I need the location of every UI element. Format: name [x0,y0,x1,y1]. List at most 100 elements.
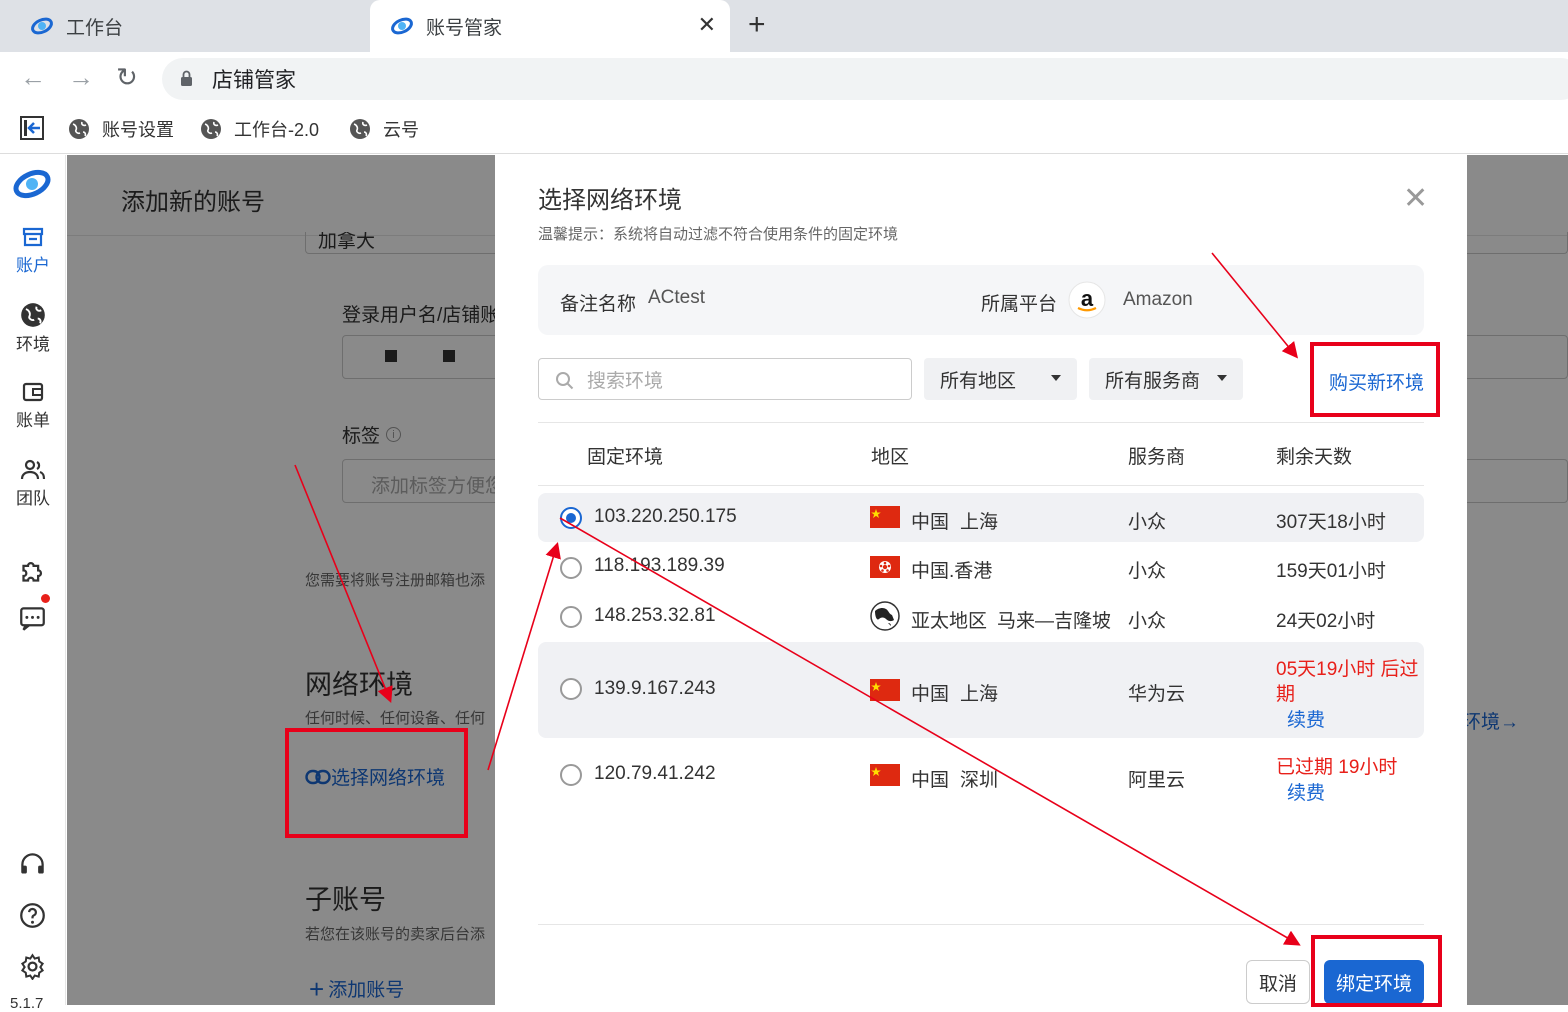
remark-value: ACtest [648,287,706,308]
provider-cell: 小众 [1128,512,1167,533]
divider [538,422,1424,423]
search-placeholder: 搜索环境 [587,370,664,392]
sidebar-toggle-icon[interactable] [20,116,44,140]
bookmark-label: 账号设置 [102,120,174,140]
sidebar-item-team[interactable]: 团队 [0,458,66,509]
sidebar-item-environment[interactable]: 环境 [0,302,66,355]
renew-link[interactable]: 续费 [1287,778,1325,805]
table-row[interactable]: 103.220.250.175 中国 上海 小众 307天18小时 [538,493,1424,542]
ip-cell: 120.79.41.242 [594,763,716,784]
column-header-remaining: 剩余天数 [1276,447,1353,468]
close-tab-icon[interactable]: ✕ [698,12,716,38]
radio-unselected[interactable] [560,606,582,628]
headset-icon[interactable] [19,851,46,878]
radio-unselected[interactable] [560,764,582,786]
modal-title: 选择网络环境 [538,187,682,214]
platform-label: 所属平台 [981,294,1058,315]
app-logo-icon [31,17,53,35]
table-row[interactable]: 120.79.41.242 中国 深圳 阿里云 已过期 19小时 续费 [538,738,1424,818]
radio-unselected[interactable] [560,678,582,700]
table-row[interactable]: 139.9.167.243 中国 上海 华为云 05天19小时 后过 期 续费 [538,642,1424,738]
ip-cell: 139.9.167.243 [594,678,716,699]
region-cell: 中国 [911,512,950,533]
sidebar-item-label: 账户 [16,256,50,275]
expiry-warning: 05天19小时 后过 [1276,659,1419,680]
bookmark-cloud[interactable]: 云号 [349,116,419,142]
buy-new-environment-link[interactable]: 购买新环境 [1329,368,1424,395]
network-environment-modal: 选择网络环境 ✕ 温馨提示：系统将自动过滤不符合使用条件的固定环境 备注名称 A… [495,155,1467,1005]
sidebar-item-label: 环境 [16,335,50,354]
column-header-ip: 固定环境 [587,447,664,468]
side-nav: 账户 环境 账单 团队 5.1.7 [0,155,66,1012]
gear-icon[interactable] [19,953,46,980]
expired-label: 已过期 19小时 [1276,757,1398,778]
cancel-button[interactable]: 取消 [1246,960,1310,1004]
china-flag-icon [870,506,900,528]
provider-cell: 小众 [1128,611,1167,632]
divider [538,485,1424,486]
provider-cell: 小众 [1128,561,1167,582]
sidebar-item-account[interactable]: 账户 [0,225,66,276]
amazon-logo-icon: a [1068,281,1106,319]
china-flag-icon [870,764,900,786]
chevron-down-icon [1217,375,1227,381]
svg-text:a: a [1081,286,1094,311]
browser-tab-bar: 工作台 账号管家 ✕ + [0,0,1568,52]
table-row[interactable]: 118.193.189.39 中国.香港 小众 159天01小时 [538,542,1424,592]
address-text: 店铺管家 [212,69,296,92]
sidebar-item-bill[interactable]: 账单 [0,380,66,431]
provider-cell: 阿里云 [1128,770,1186,791]
message-icon[interactable] [19,605,46,632]
region-cell: 中国 [911,770,950,791]
remaining-cell: 307天18小时 [1276,512,1386,533]
url-bar: ← → ↻ 店铺管家 [0,52,1568,104]
back-icon[interactable]: ← [20,62,46,93]
wallet-icon [22,382,44,402]
column-header-provider: 服务商 [1128,447,1186,468]
expiry-warning-cont: 期 [1276,684,1296,705]
china-flag-icon [870,679,900,701]
table-row[interactable]: 148.253.32.81 亚太地区 马来—吉隆坡 小众 24天02小时 [538,592,1424,642]
city-cell: 马来—吉隆坡 [997,611,1112,632]
reload-icon[interactable]: ↻ [116,62,138,93]
bookmarks-bar: 账号设置 工作台-2.0 云号 [0,104,1568,154]
radio-selected[interactable] [560,507,582,529]
bookmark-label: 云号 [383,120,419,140]
asia-pacific-globe-icon [870,601,900,631]
bookmark-account-settings[interactable]: 账号设置 [68,116,174,142]
bookmark-workbench-2[interactable]: 工作台-2.0 [200,116,319,142]
lock-icon [181,70,192,86]
region-cell: 中国.香港 [911,561,993,582]
bind-environment-button[interactable]: 绑定环境 [1324,960,1424,1004]
tab-workbench[interactable]: 工作台 [0,0,370,52]
provider-dropdown[interactable]: 所有服务商 [1089,358,1243,400]
remaining-cell: 24天02小时 [1276,611,1376,632]
city-cell: 上海 [960,684,999,705]
forward-icon[interactable]: → [68,62,94,93]
region-dropdown[interactable]: 所有地区 [924,358,1077,400]
close-icon[interactable]: ✕ [1403,181,1428,216]
hong-kong-flag-icon [870,556,900,578]
radio-unselected[interactable] [560,557,582,579]
sidebar-item-label: 团队 [16,489,50,508]
search-input[interactable]: 搜索环境 [538,358,912,400]
sidebar-item-label: 账单 [16,411,50,430]
store-icon [22,227,44,247]
help-icon[interactable] [19,902,46,929]
globe-icon [21,303,45,327]
team-icon [20,459,46,480]
new-tab-icon[interactable]: + [748,8,766,42]
ip-cell: 118.193.189.39 [594,555,725,576]
address-bar[interactable]: 店铺管家 [162,58,1568,100]
column-header-region: 地区 [871,447,910,468]
city-cell: 上海 [960,512,999,533]
remaining-cell: 159天01小时 [1276,561,1386,582]
account-info-box: 备注名称 ACtest 所属平台 a Amazon [538,265,1424,335]
tab-account-manager[interactable]: 账号管家 ✕ [370,0,730,52]
globe-icon [350,119,370,139]
globe-icon [69,119,89,139]
puzzle-icon[interactable] [19,558,46,585]
tab-label: 账号管家 [426,17,503,39]
renew-link[interactable]: 续费 [1287,705,1325,732]
modal-hint: 温馨提示：系统将自动过滤不符合使用条件的固定环境 [538,226,899,243]
